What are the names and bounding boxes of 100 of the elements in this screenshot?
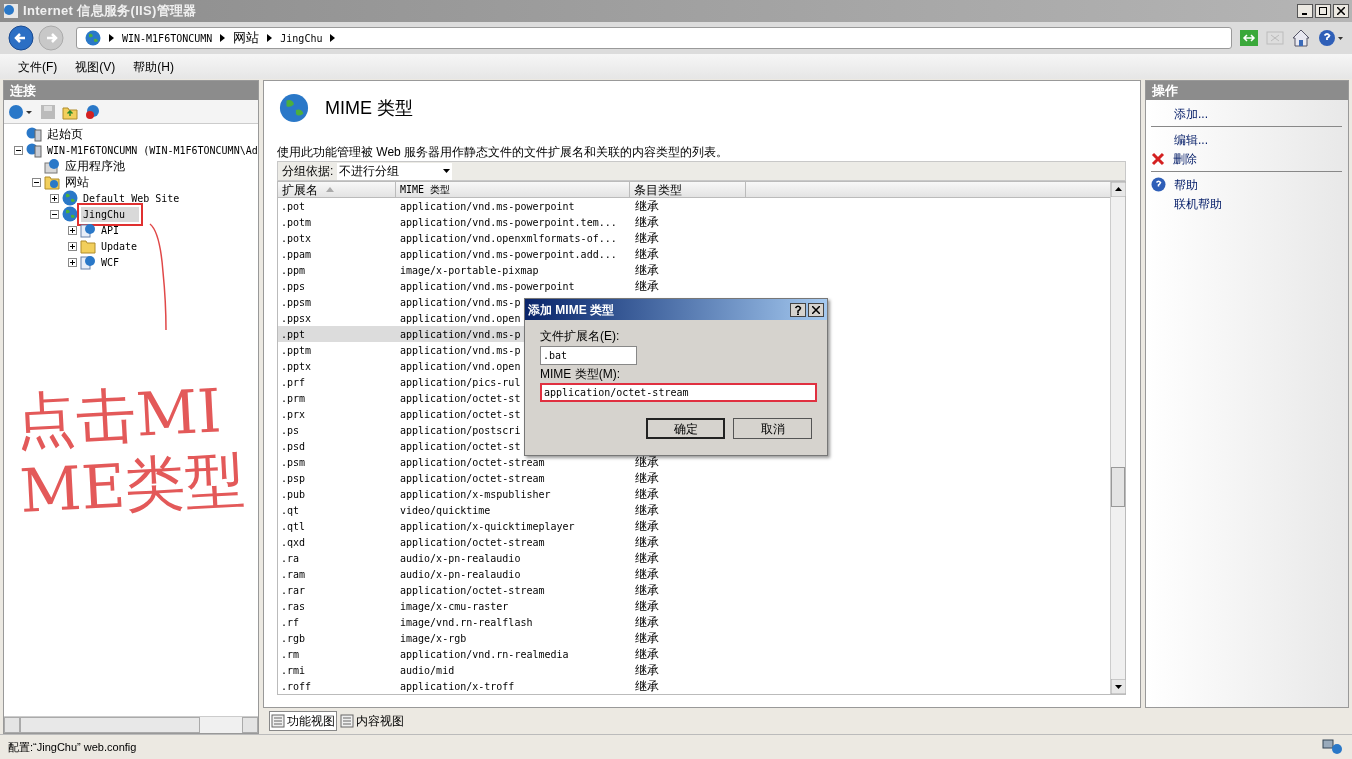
group-by-dropdown[interactable]: 不进行分组 bbox=[337, 162, 453, 180]
menu-item[interactable]: 帮助(H) bbox=[133, 57, 174, 76]
back-button[interactable] bbox=[8, 25, 34, 51]
table-cell[interactable]: .ppam bbox=[278, 246, 396, 262]
table-cell[interactable]: .psm bbox=[278, 454, 396, 470]
breadcrumb[interactable]: WIN-M1F6TONCUMN bbox=[122, 30, 213, 46]
table-cell[interactable]: .rm bbox=[278, 646, 396, 662]
table-cell-text: video/quicktime bbox=[400, 503, 491, 518]
table-cell-text: application/vnd.ms-p bbox=[400, 295, 521, 310]
breadcrumb[interactable]: 网站 bbox=[233, 28, 260, 48]
server-icon bbox=[26, 142, 42, 158]
expand-icon[interactable] bbox=[68, 241, 77, 251]
table-cell[interactable]: .pptm bbox=[278, 342, 396, 358]
table-cell[interactable]: .roff bbox=[278, 678, 396, 694]
table-cell[interactable]: .ppm bbox=[278, 262, 396, 278]
help-icon[interactable] bbox=[1318, 29, 1344, 47]
table-cell[interactable]: .ras bbox=[278, 598, 396, 614]
table-cell[interactable]: .rf bbox=[278, 614, 396, 630]
collapse-icon[interactable] bbox=[50, 209, 59, 219]
table-cell[interactable]: .rgb bbox=[278, 630, 396, 646]
action-link[interactable]: 删除 bbox=[1173, 149, 1197, 168]
view-tab[interactable]: 功能视图 bbox=[269, 711, 337, 731]
table-cell[interactable]: .ram bbox=[278, 566, 396, 582]
table-cell[interactable]: .qxd bbox=[278, 534, 396, 550]
table-cell[interactable]: .pot bbox=[278, 198, 396, 214]
table-cell[interactable]: .prf bbox=[278, 374, 396, 390]
menu-item[interactable]: 文件(F) bbox=[18, 57, 58, 76]
expand-icon[interactable] bbox=[68, 225, 77, 235]
help-icon bbox=[1151, 177, 1166, 192]
breadcrumb[interactable]: JingChu bbox=[280, 30, 323, 46]
table-cell-text: application/vnd.ms-powerpoint bbox=[400, 279, 575, 294]
tree-item[interactable]: WIN-M1F6TONCUMN (WIN-M1F6TONCUMN\Ad bbox=[45, 142, 258, 158]
tree-item[interactable]: 起始页 bbox=[45, 125, 85, 143]
horizontal-scrollbar[interactable] bbox=[4, 716, 258, 733]
table-cell-text: application/vnd.ms-powerpoint.tem... bbox=[400, 215, 617, 230]
extension-field[interactable]: .bat bbox=[540, 346, 637, 365]
table-cell-text: application/x-mspublisher bbox=[400, 487, 551, 502]
refresh-icon[interactable] bbox=[1240, 30, 1258, 46]
tree-item[interactable]: API bbox=[99, 222, 122, 238]
table-cell-text: image/x-portable-pixmap bbox=[400, 263, 539, 278]
table-cell[interactable]: .rmi bbox=[278, 662, 396, 678]
action-link[interactable]: 编辑... bbox=[1174, 130, 1208, 149]
action-link[interactable]: 联机帮助 bbox=[1174, 194, 1222, 213]
cancel-button[interactable]: 取消 bbox=[733, 418, 812, 439]
expand-icon[interactable] bbox=[50, 193, 59, 203]
table-cell[interactable]: .ppt bbox=[278, 326, 396, 342]
connect-icon[interactable] bbox=[8, 103, 34, 120]
close-button[interactable] bbox=[1333, 4, 1349, 18]
tree-item[interactable]: Default Web Site bbox=[81, 190, 182, 206]
view-tab[interactable]: 内容视图 bbox=[339, 711, 405, 731]
expand-icon[interactable] bbox=[68, 257, 77, 267]
chevron-icon bbox=[220, 34, 226, 42]
maximize-button[interactable] bbox=[1315, 4, 1331, 18]
table-cell[interactable]: .prm bbox=[278, 390, 396, 406]
menu-item[interactable]: 视图(V) bbox=[75, 57, 116, 76]
table-cell[interactable]: .prx bbox=[278, 406, 396, 422]
mime-type-field[interactable]: application/octet-stream bbox=[540, 383, 817, 402]
action-link[interactable]: 帮助 bbox=[1174, 175, 1198, 194]
table-cell[interactable]: .potm bbox=[278, 214, 396, 230]
tree-item[interactable]: Update bbox=[99, 238, 140, 254]
table-cell[interactable]: .potx bbox=[278, 230, 396, 246]
help-button[interactable] bbox=[790, 302, 806, 317]
ok-button[interactable]: 确定 bbox=[646, 418, 725, 439]
column-header[interactable]: 条目类型 bbox=[630, 182, 746, 197]
table-cell[interactable]: .rar bbox=[278, 582, 396, 598]
scroll-up-icon[interactable] bbox=[1111, 182, 1126, 197]
handwritten-note: 点击MIME类型 bbox=[14, 374, 248, 526]
table-cell[interactable]: .ra bbox=[278, 550, 396, 566]
close-button[interactable] bbox=[808, 302, 824, 317]
vertical-scrollbar[interactable] bbox=[1110, 182, 1125, 694]
column-header[interactable]: MIME 类型 bbox=[396, 182, 630, 197]
group-by-label: 分组依据: bbox=[282, 163, 334, 180]
table-cell[interactable]: .qtl bbox=[278, 518, 396, 534]
table-cell-text: application/vnd.openxmlformats-of... bbox=[400, 231, 617, 246]
action-link[interactable]: 添加... bbox=[1174, 104, 1208, 123]
table-cell[interactable]: .pps bbox=[278, 278, 396, 294]
minimize-button[interactable] bbox=[1297, 4, 1313, 18]
collapse-icon[interactable] bbox=[32, 177, 41, 187]
address-bar[interactable]: WIN-M1F6TONCUMN 网站 JingChu bbox=[76, 27, 1232, 49]
column-header[interactable]: 扩展名 bbox=[278, 182, 396, 197]
scroll-down-icon[interactable] bbox=[1111, 679, 1126, 694]
table-cell[interactable]: .psp bbox=[278, 470, 396, 486]
tree-item[interactable]: 应用程序池 bbox=[63, 157, 127, 175]
table-cell-text: 继承 bbox=[634, 470, 660, 487]
table-cell[interactable]: .ps bbox=[278, 422, 396, 438]
table-cell-text: application/vnd.ms-p bbox=[400, 327, 521, 342]
table-cell-text: 继承 bbox=[634, 550, 660, 567]
table-cell[interactable]: .pptx bbox=[278, 358, 396, 374]
table-cell[interactable]: .ppsx bbox=[278, 310, 396, 326]
home-icon[interactable] bbox=[1292, 29, 1310, 47]
table-cell[interactable]: .qt bbox=[278, 502, 396, 518]
table-cell[interactable]: .ppsm bbox=[278, 294, 396, 310]
disconnect-icon[interactable] bbox=[84, 103, 102, 120]
tree-item[interactable]: 网站 bbox=[63, 173, 91, 191]
tree-item[interactable]: WCF bbox=[99, 254, 122, 270]
collapse-icon[interactable] bbox=[14, 145, 23, 155]
scrollbar-thumb[interactable] bbox=[1111, 467, 1125, 507]
table-cell[interactable]: .pub bbox=[278, 486, 396, 502]
table-cell[interactable]: .psd bbox=[278, 438, 396, 454]
table-cell-text: 继承 bbox=[634, 502, 660, 519]
